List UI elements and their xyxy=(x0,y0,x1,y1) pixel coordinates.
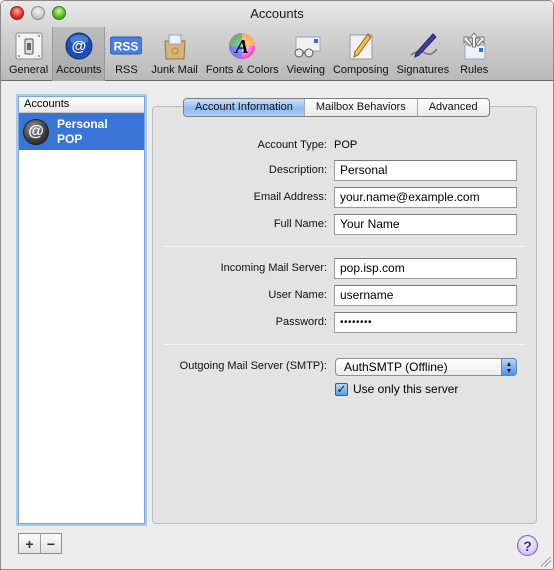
toolbar-label: Viewing xyxy=(286,64,325,76)
accounts-list[interactable]: Accounts @ Personal POP xyxy=(18,96,145,524)
use-only-this-server-option[interactable]: ✓ Use only this server xyxy=(335,382,458,396)
mail-account-icon: @ xyxy=(23,118,49,145)
account-row-personal[interactable]: @ Personal POP xyxy=(19,113,144,150)
add-account-button[interactable]: + xyxy=(19,534,40,553)
account-tabs: Account Information Mailbox Behaviors Ad… xyxy=(183,98,490,117)
switch-icon xyxy=(12,30,46,62)
full-name-label: Full Name: xyxy=(273,218,327,230)
account-type-value: POP xyxy=(334,139,358,151)
toolbar-item-viewing[interactable]: Viewing xyxy=(283,27,329,81)
window-title: Accounts xyxy=(250,6,304,21)
glasses-icon xyxy=(289,30,323,62)
password-label: Password: xyxy=(275,316,327,328)
tab-account-information[interactable]: Account Information xyxy=(184,99,304,116)
rss-icon: RSS xyxy=(109,30,143,62)
toolbar-label: General xyxy=(9,64,49,76)
preferences-toolbar: General @ Accounts RSS RSS Junk Mail A F… xyxy=(5,27,495,81)
description-label: Description: xyxy=(268,164,327,176)
accounts-list-header: Accounts xyxy=(19,97,144,113)
account-type: POP xyxy=(57,131,83,146)
toolbar-item-general[interactable]: General xyxy=(5,27,52,81)
toolbar-item-junk-mail[interactable]: Junk Mail xyxy=(147,27,201,81)
toolbar-label: Signatures xyxy=(396,64,450,76)
full-name-field[interactable]: Your Name xyxy=(334,214,517,235)
svg-text:@: @ xyxy=(71,38,86,55)
description-field[interactable]: Personal xyxy=(334,160,517,181)
add-remove-account-controls: + − xyxy=(18,533,62,554)
section-divider xyxy=(164,344,525,345)
toolbar-label: Junk Mail xyxy=(151,64,198,76)
toolbar-item-rss[interactable]: RSS RSS xyxy=(105,27,147,81)
resize-grip[interactable] xyxy=(541,557,551,567)
junk-mail-icon xyxy=(158,30,192,62)
outgoing-smtp-label: Outgoing Mail Server (SMTP): xyxy=(179,360,327,372)
use-only-this-server-label: Use only this server xyxy=(353,382,459,396)
toolbar-label: Accounts xyxy=(56,64,102,76)
help-button[interactable]: ? xyxy=(517,535,538,556)
fonts-colors-icon: A xyxy=(225,30,259,62)
outgoing-smtp-value: AuthSMTP (Offline) xyxy=(344,360,448,374)
pencil-icon xyxy=(344,30,378,62)
section-divider xyxy=(164,246,525,247)
remove-account-button[interactable]: − xyxy=(40,534,61,553)
toolbar-item-fonts-colors[interactable]: A Fonts & Colors xyxy=(202,27,283,81)
toolbar-item-accounts[interactable]: @ Accounts xyxy=(52,27,106,81)
svg-text:A: A xyxy=(234,36,249,58)
tab-advanced[interactable]: Advanced xyxy=(416,99,489,116)
user-name-field[interactable]: username xyxy=(334,285,517,306)
use-only-this-server-checkbox[interactable]: ✓ xyxy=(335,382,348,396)
pen-icon xyxy=(406,30,440,62)
title-bar: Accounts General @ Accounts RSS RSS Junk… xyxy=(1,1,553,81)
user-name-label: User Name: xyxy=(268,289,327,301)
up-down-arrows-icon: ▲ ▼ xyxy=(501,358,517,376)
password-field[interactable]: •••••••• xyxy=(334,312,517,333)
account-name: Personal xyxy=(57,116,108,131)
rules-arrows-icon xyxy=(457,30,491,62)
toolbar-label: Rules xyxy=(460,64,489,76)
checkmark-icon: ✓ xyxy=(336,382,347,396)
outgoing-smtp-popup[interactable]: AuthSMTP (Offline) ▲ ▼ xyxy=(335,358,517,376)
svg-text:RSS: RSS xyxy=(114,40,139,54)
at-sign-icon: @ xyxy=(62,30,96,62)
toolbar-item-signatures[interactable]: Signatures xyxy=(393,27,454,81)
toolbar-item-rules[interactable]: Rules xyxy=(453,27,495,81)
toolbar-label: Fonts & Colors xyxy=(205,64,279,76)
toolbar-item-composing[interactable]: Composing xyxy=(329,27,393,81)
incoming-mail-server-field[interactable]: pop.isp.com xyxy=(334,258,517,279)
incoming-mail-server-label: Incoming Mail Server: xyxy=(220,262,327,274)
email-address-field[interactable]: your.name@example.com xyxy=(334,187,517,208)
toolbar-label: Composing xyxy=(332,64,389,76)
accounts-preferences-window: Accounts General @ Accounts RSS RSS Junk… xyxy=(0,0,554,570)
toolbar-label: RSS xyxy=(115,64,138,76)
email-address-label: Email Address: xyxy=(253,191,327,203)
tab-mailbox-behaviors[interactable]: Mailbox Behaviors xyxy=(303,99,417,116)
account-type-label: Account Type: xyxy=(257,139,327,151)
